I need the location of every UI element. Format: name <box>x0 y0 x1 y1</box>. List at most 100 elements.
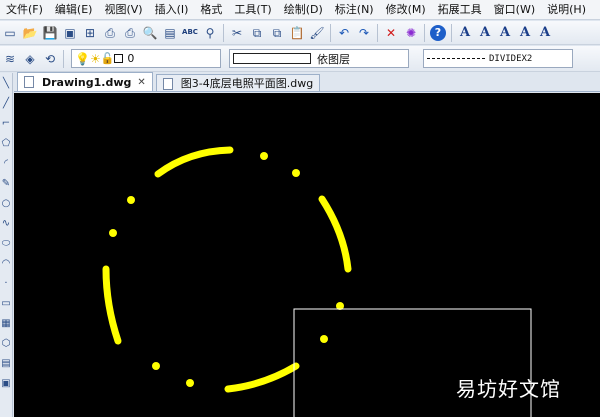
document-icon <box>24 76 34 88</box>
current-layer-name: 0 <box>127 52 135 65</box>
toolbar-separator <box>223 23 224 42</box>
copy-icon[interactable]: ⧉ <box>248 24 266 42</box>
menu-insert[interactable]: 插入(I) <box>149 0 195 19</box>
edit-text-icon[interactable]: A <box>496 24 514 42</box>
dashed-circle[interactable] <box>102 146 352 393</box>
toolbar-separator <box>377 23 378 42</box>
spline-icon[interactable]: ∿ <box>0 213 12 233</box>
block-icon[interactable]: ▣ <box>0 373 12 393</box>
delete-icon[interactable]: ✕ <box>382 24 400 42</box>
document-tabs: Drawing1.dwg ✕ 图3-4底层电照平面图.dwg <box>14 72 600 92</box>
rectangle-icon[interactable]: ▭ <box>0 293 12 313</box>
color-swatch <box>233 53 311 64</box>
menu-file[interactable]: 文件(F) <box>0 0 49 19</box>
redo-icon[interactable]: ↷ <box>355 24 373 42</box>
line-icon[interactable]: ╲ <box>0 73 12 93</box>
publish-icon[interactable]: ▤ <box>161 24 179 42</box>
purge-icon[interactable]: ✺ <box>402 24 420 42</box>
layer-manager-icon[interactable]: ≋ <box>1 50 19 68</box>
new-file-icon[interactable]: ▭ <box>1 24 19 42</box>
circle-dots <box>109 152 344 387</box>
circle-dash <box>102 265 122 345</box>
arc-icon[interactable]: ◜ <box>0 153 12 173</box>
linetype-dropdown[interactable]: DIVIDEX2 <box>423 49 573 68</box>
watermark-text: 易坊好文馆 <box>456 377 561 401</box>
table-icon[interactable]: ▤ <box>0 353 12 373</box>
undo-icon[interactable]: ↶ <box>335 24 353 42</box>
save-icon[interactable]: 💾 <box>41 24 59 42</box>
menu-window[interactable]: 窗口(W) <box>488 0 541 19</box>
color-label: 依图层 <box>317 52 350 66</box>
circle-dot <box>186 379 194 387</box>
match-properties-icon[interactable]: 🖌 <box>308 24 326 42</box>
tab-label: Drawing1.dwg <box>42 75 132 89</box>
draw-toolbar: ╲ ╱ ⌐ ⬠ ◜ ✎ ○ ∿ ⬭ ◠ · ▭ ▦ ⬡ ▤ ▣ <box>0 73 13 417</box>
menu-extend-tools[interactable]: 拓展工具 <box>432 0 488 19</box>
polygon-icon[interactable]: ⬠ <box>0 133 12 153</box>
menu-format[interactable]: 格式 <box>194 0 228 19</box>
layer-previous-icon[interactable]: ⟲ <box>41 50 59 68</box>
copy-base-icon[interactable]: ⧉ <box>268 24 286 42</box>
region-icon[interactable]: ⬡ <box>0 333 12 353</box>
plot-icon[interactable]: ⎙ <box>121 24 139 42</box>
save-as-icon[interactable]: ▣ <box>61 24 79 42</box>
print-preview-icon[interactable]: ⊞ <box>81 24 99 42</box>
hatch-icon[interactable]: ▦ <box>0 313 12 333</box>
menu-modify[interactable]: 修改(M) <box>380 0 432 19</box>
toolbar-separator <box>330 23 331 42</box>
tab-label: 图3-4底层电照平面图.dwg <box>180 77 314 90</box>
spell-check-icon[interactable]: ABC <box>181 24 199 42</box>
point-icon[interactable]: · <box>0 273 12 293</box>
ellipse-arc-icon[interactable]: ◠ <box>0 253 12 273</box>
circle-dot <box>109 229 117 237</box>
linetype-preview <box>427 58 485 59</box>
find-icon[interactable]: ⚲ <box>201 24 219 42</box>
menu-dimension[interactable]: 标注(N) <box>329 0 380 19</box>
paste-icon[interactable]: 📋 <box>288 24 306 42</box>
menu-view[interactable]: 视图(V) <box>98 0 148 19</box>
linetype-name: DIVIDEX2 <box>489 53 533 64</box>
circle-dash <box>318 195 352 273</box>
open-file-icon[interactable]: 📂 <box>21 24 39 42</box>
circle-dot <box>292 169 300 177</box>
drawing-canvas[interactable]: 易坊好文馆 <box>14 93 600 417</box>
toolbar-separator <box>424 23 425 42</box>
menu-bar: 文件(F) 编辑(E) 视图(V) 插入(I) 格式 工具(T) 绘制(D) 标… <box>0 0 600 20</box>
tab-close-icon[interactable]: ✕ <box>137 77 145 88</box>
circle-dash <box>224 362 300 393</box>
circle-icon[interactable]: ○ <box>0 193 12 213</box>
circle-dot <box>260 152 268 160</box>
document-icon <box>162 78 173 90</box>
standard-toolbar: ▭ 📂 💾 ▣ ⊞ ⎙ ⎙ 🔍 ▤ ABC ⚲ ✂ ⧉ ⧉ 📋 🖌 ↶ ↷ ✕ … <box>0 21 600 45</box>
ellipse-icon[interactable]: ⬭ <box>0 233 12 253</box>
layer-state-icon[interactable]: ◈ <box>21 50 39 68</box>
layer-thaw-icon: ☀ <box>89 51 101 66</box>
cut-icon[interactable]: ✂ <box>228 24 246 42</box>
xline-icon[interactable]: ╱ <box>0 93 12 113</box>
toolbar-separator <box>63 49 64 68</box>
preview-icon[interactable]: 🔍 <box>141 24 159 42</box>
layer-color-icon <box>114 54 124 63</box>
drawing-svg <box>102 146 532 417</box>
circle-dot <box>127 196 135 204</box>
tab-floor-plan[interactable]: 图3-4底层电照平面图.dwg <box>155 74 321 91</box>
layer-dropdown[interactable]: 💡 ☀ 🔓 0 <box>71 49 221 68</box>
help-icon[interactable]: ? <box>429 24 447 42</box>
toolbar-separator <box>451 23 452 42</box>
menu-edit[interactable]: 编辑(E) <box>49 0 99 19</box>
polyline-icon[interactable]: ⌐ <box>0 113 12 133</box>
find-text-icon[interactable]: A <box>536 24 554 42</box>
text-style-icon[interactable]: A <box>516 24 534 42</box>
menu-draw[interactable]: 绘制(D) <box>278 0 329 19</box>
multiline-text-icon[interactable]: A <box>456 24 474 42</box>
print-icon[interactable]: ⎙ <box>101 24 119 42</box>
pencil-icon[interactable]: ✎ <box>0 173 12 193</box>
menu-help[interactable]: 说明(H) <box>541 0 592 19</box>
circle-dash <box>154 146 234 178</box>
properties-toolbar: ≋ ◈ ⟲ 💡 ☀ 🔓 0 依图层 DIVIDEX2 <box>0 46 600 72</box>
menu-tools[interactable]: 工具(T) <box>228 0 277 19</box>
color-dropdown[interactable]: 依图层 <box>229 49 409 68</box>
single-line-text-icon[interactable]: A <box>476 24 494 42</box>
tab-drawing1[interactable]: Drawing1.dwg ✕ <box>17 72 153 91</box>
circle-dot <box>320 335 328 343</box>
